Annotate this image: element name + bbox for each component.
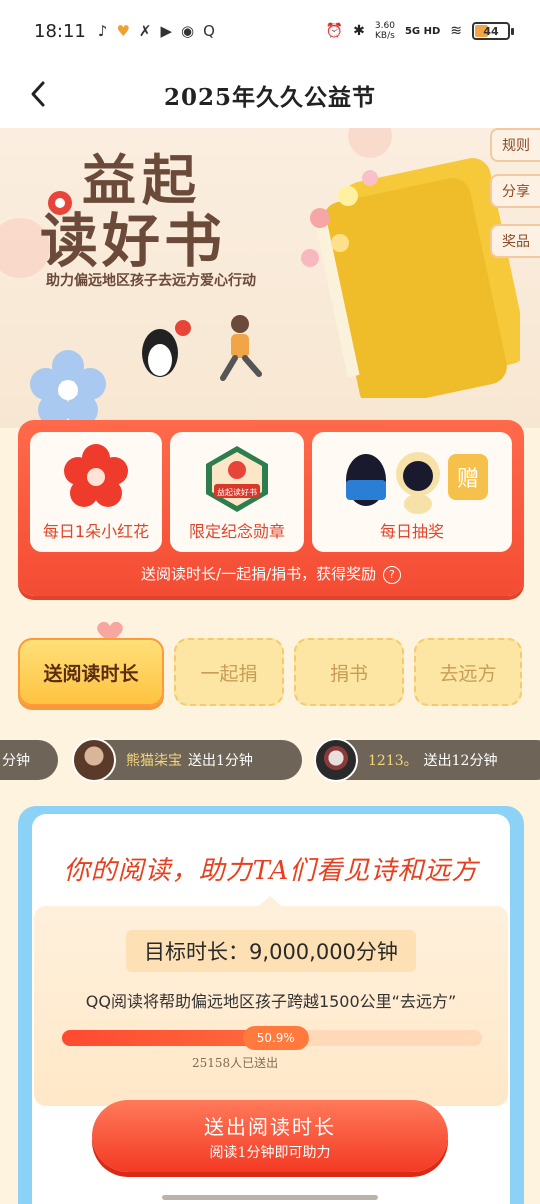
red-flower-icon — [64, 444, 128, 507]
commemorative-badge-icon: 益起读好书 — [206, 446, 268, 512]
reward-label-badge: 限定纪念勋章 — [188, 522, 285, 541]
avatar — [314, 738, 358, 782]
ticker-action: 分钟 — [2, 753, 30, 769]
video-app-icon: ▶ — [160, 22, 173, 40]
share-button[interactable]: 分享 — [490, 174, 540, 208]
qq-penguin-lottery-icon: 赠 — [346, 452, 488, 514]
net-speed: 3.60 KB/s — [375, 21, 395, 41]
cta-title: 送出阅读时长 — [204, 1114, 336, 1139]
ticker-action: 送出1分钟 — [188, 753, 253, 769]
rules-button[interactable]: 规则 — [490, 128, 540, 162]
notification-icons: ♪ ♥ ✗ ▶ ◉ Q — [98, 22, 215, 40]
participants-count: 25158人已送出 — [192, 1056, 279, 1070]
goal-notch — [256, 896, 284, 908]
status-right: ⏰ ✱ 3.60 KB/s 5G HD ≋ 44 — [325, 21, 514, 41]
hero-title-line2: 读好书 — [40, 207, 227, 275]
bluetooth-icon: ✱ — [353, 23, 365, 39]
reward-card-red-flower[interactable]: 每日1朵小红花 — [30, 432, 162, 552]
hero-banner: 益起 读好书 助力偏远地区孩子去远方爱心行动 规则 分享 奖品 — [0, 128, 540, 428]
tab-send-reading-time[interactable]: 送阅读时长 — [18, 638, 164, 706]
signal-icon: 5G HD — [404, 25, 441, 37]
net-speed-value: 3.60 — [374, 21, 395, 31]
status-bar: 18:11 ♪ ♥ ✗ ▶ ◉ Q ⏰ ✱ 3.60 KB/s 5G HD ≋ … — [0, 0, 540, 62]
ticker-item: 分钟 — [0, 740, 58, 780]
goal-description: QQ阅读将帮助偏远地区孩子跨越1500公里“去远方” — [85, 992, 457, 1011]
status-time: 18:11 — [34, 20, 86, 42]
cta-subtitle: 阅读1分钟即可助力 — [209, 1144, 331, 1161]
tab-donate-books[interactable]: 捐书 — [294, 638, 404, 706]
reading-goal-card: 你的阅读，助力TA们看见诗和远方 目标时长：9,000,000分钟 QQ阅读将帮… — [32, 814, 510, 1204]
ticker-item: 1213。 送出12分钟 — [314, 738, 540, 782]
heart-app-icon: ♥ — [116, 22, 130, 40]
prizes-button[interactable]: 奖品 — [490, 224, 540, 258]
reading-goal-panel: 你的阅读，助力TA们看见诗和远方 目标时长：9,000,000分钟 QQ阅读将帮… — [18, 806, 524, 1204]
goal-box: 目标时长：9,000,000分钟 QQ阅读将帮助偏远地区孩子跨越1500公里“去… — [34, 896, 508, 1106]
battery-icon: 44 — [472, 22, 514, 40]
reward-label-red-flower: 每日1朵小红花 — [42, 522, 150, 541]
avatar — [72, 738, 116, 782]
blue-flower-decoration — [30, 350, 106, 426]
ticker-user-name: 1213。 — [368, 753, 418, 769]
bonus-text: 赠 — [457, 467, 479, 492]
ticker-action: 送出12分钟 — [423, 753, 498, 769]
panel-slogan: 你的阅读，助力TA们看见诗和远方 — [63, 856, 479, 886]
home-indicator[interactable] — [162, 1195, 378, 1200]
chevron-left-icon — [31, 81, 45, 107]
action-tabs: 送阅读时长 一起捐 捐书 去远方 — [18, 621, 524, 710]
reward-card-badge[interactable]: 益起读好书 限定纪念勋章 — [170, 432, 304, 552]
progress-label: 50.9% — [242, 1026, 309, 1050]
wifi-icon: ≋ — [450, 23, 462, 39]
reward-card-lottery[interactable]: 赠 每日抽奖 — [312, 432, 512, 552]
hero-subtitle: 助力偏远地区孩子去远方爱心行动 — [46, 273, 256, 289]
net-speed-unit: KB/s — [375, 31, 395, 41]
qq-app-icon: Q — [203, 22, 215, 40]
goal-title: 目标时长：9,000,000分钟 — [126, 930, 416, 972]
progress-bar: 50.9% — [62, 1026, 482, 1050]
ticker-item: 熊猫柒宝 送出1分钟 — [72, 738, 302, 782]
goal-title-wrap: 目标时长：9,000,000分钟 — [34, 930, 508, 972]
reward-label-lottery: 每日抽奖 — [379, 522, 444, 541]
ticker-user-name: 熊猫柒宝 — [126, 753, 182, 769]
rewards-hint-text: 送阅读时长/一起捐/捐书，获得奖励 — [141, 565, 377, 583]
tab-donate-together[interactable]: 一起捐 — [174, 638, 284, 706]
badge-text: 益起读好书 — [217, 487, 257, 497]
tiktok-icon: ♪ — [97, 22, 108, 40]
rewards-panel: 每日1朵小红花 益起读好书 限定纪念勋章 赠 每日抽奖 送阅读时长/一起捐/捐书… — [18, 420, 524, 596]
battery-level: 44 — [483, 24, 499, 38]
rewards-hint[interactable]: 送阅读时长/一起捐/捐书，获得奖励 ? — [18, 563, 524, 584]
page-title: 2025年久久公益节 — [163, 84, 376, 111]
book-illustration — [301, 158, 520, 398]
weibo-icon: ◉ — [181, 22, 195, 40]
back-button[interactable] — [18, 74, 58, 114]
alarm-icon: ⏰ — [325, 23, 344, 39]
donation-ticker: 分钟 熊猫柒宝 送出1分钟 1213。 送出12分钟 — [0, 738, 540, 782]
figure-app-icon: ✗ — [138, 22, 152, 40]
tab-go-far[interactable]: 去远方 — [414, 638, 522, 706]
nav-bar: 2025年久久公益节 — [0, 62, 540, 128]
help-icon[interactable]: ? — [382, 565, 401, 584]
send-reading-time-button[interactable]: 送出阅读时长 阅读1分钟即可助力 — [92, 1100, 448, 1172]
mascot-and-runner-illustration — [142, 315, 262, 381]
